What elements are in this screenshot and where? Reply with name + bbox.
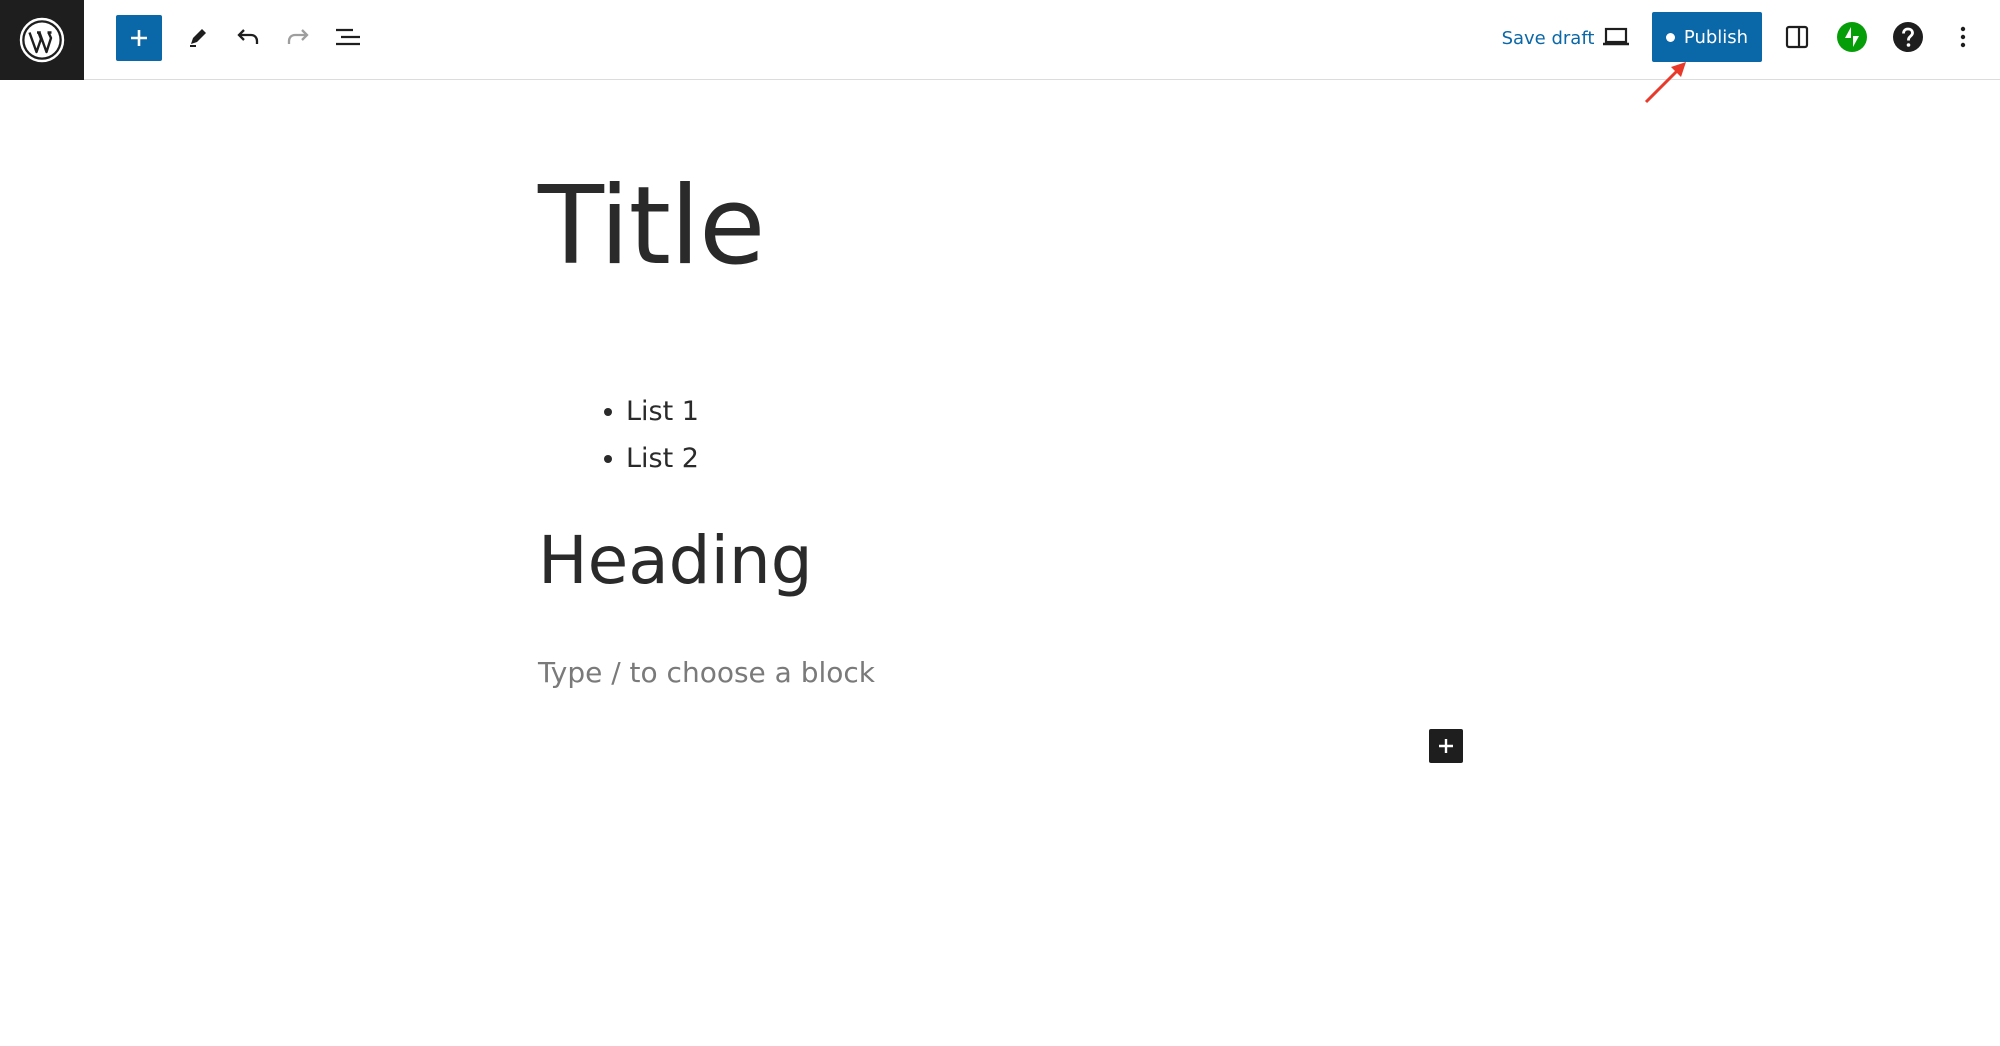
list-block[interactable]: List 1 List 2 <box>604 388 699 482</box>
list-item-text: List 2 <box>626 443 699 474</box>
list-item-text: List 1 <box>626 396 699 427</box>
undo-button[interactable] <box>225 14 271 60</box>
options-menu-button[interactable] <box>1940 14 1986 60</box>
help-icon <box>1893 22 1923 52</box>
wordpress-logo-icon <box>19 17 65 63</box>
redo-icon <box>287 29 309 44</box>
preview-button[interactable] <box>1593 14 1639 60</box>
bullet-icon <box>604 454 612 463</box>
block-editor: Save draft Publish Title List 1 List 2 H… <box>0 0 2000 1046</box>
block-inserter-button[interactable] <box>116 15 162 61</box>
plus-icon <box>1439 739 1453 753</box>
empty-paragraph-block[interactable]: Type / to choose a block <box>538 656 875 690</box>
publish-button[interactable]: Publish <box>1652 12 1762 62</box>
editor-top-toolbar: Save draft Publish <box>0 0 2000 80</box>
jetpack-button[interactable] <box>1829 14 1875 60</box>
redo-button[interactable] <box>275 14 321 60</box>
sidebar-toggle-icon <box>1785 25 1809 49</box>
settings-sidebar-toggle[interactable] <box>1774 14 1820 60</box>
list-view-icon <box>336 28 360 46</box>
tools-button[interactable] <box>175 14 221 60</box>
publish-label: Publish <box>1683 26 1749 48</box>
list-item[interactable]: List 1 <box>604 388 699 435</box>
pencil-icon <box>190 29 206 47</box>
jetpack-bolt-icon <box>1837 22 1867 52</box>
wordpress-logo-button[interactable] <box>0 0 84 80</box>
list-item[interactable]: List 2 <box>604 435 699 482</box>
unsaved-indicator-dot <box>1665 32 1675 42</box>
heading-block[interactable]: Heading <box>538 524 813 598</box>
add-block-button[interactable] <box>1429 729 1463 763</box>
list-view-button[interactable] <box>325 14 371 60</box>
post-title[interactable]: Title <box>538 167 765 287</box>
kebab-menu-icon <box>1960 26 1966 48</box>
annotation-arrow-icon <box>1644 62 1686 104</box>
undo-icon <box>237 29 259 44</box>
plus-icon <box>131 30 147 46</box>
bullet-icon <box>604 407 612 416</box>
help-button[interactable] <box>1885 14 1931 60</box>
laptop-icon <box>1603 27 1629 46</box>
